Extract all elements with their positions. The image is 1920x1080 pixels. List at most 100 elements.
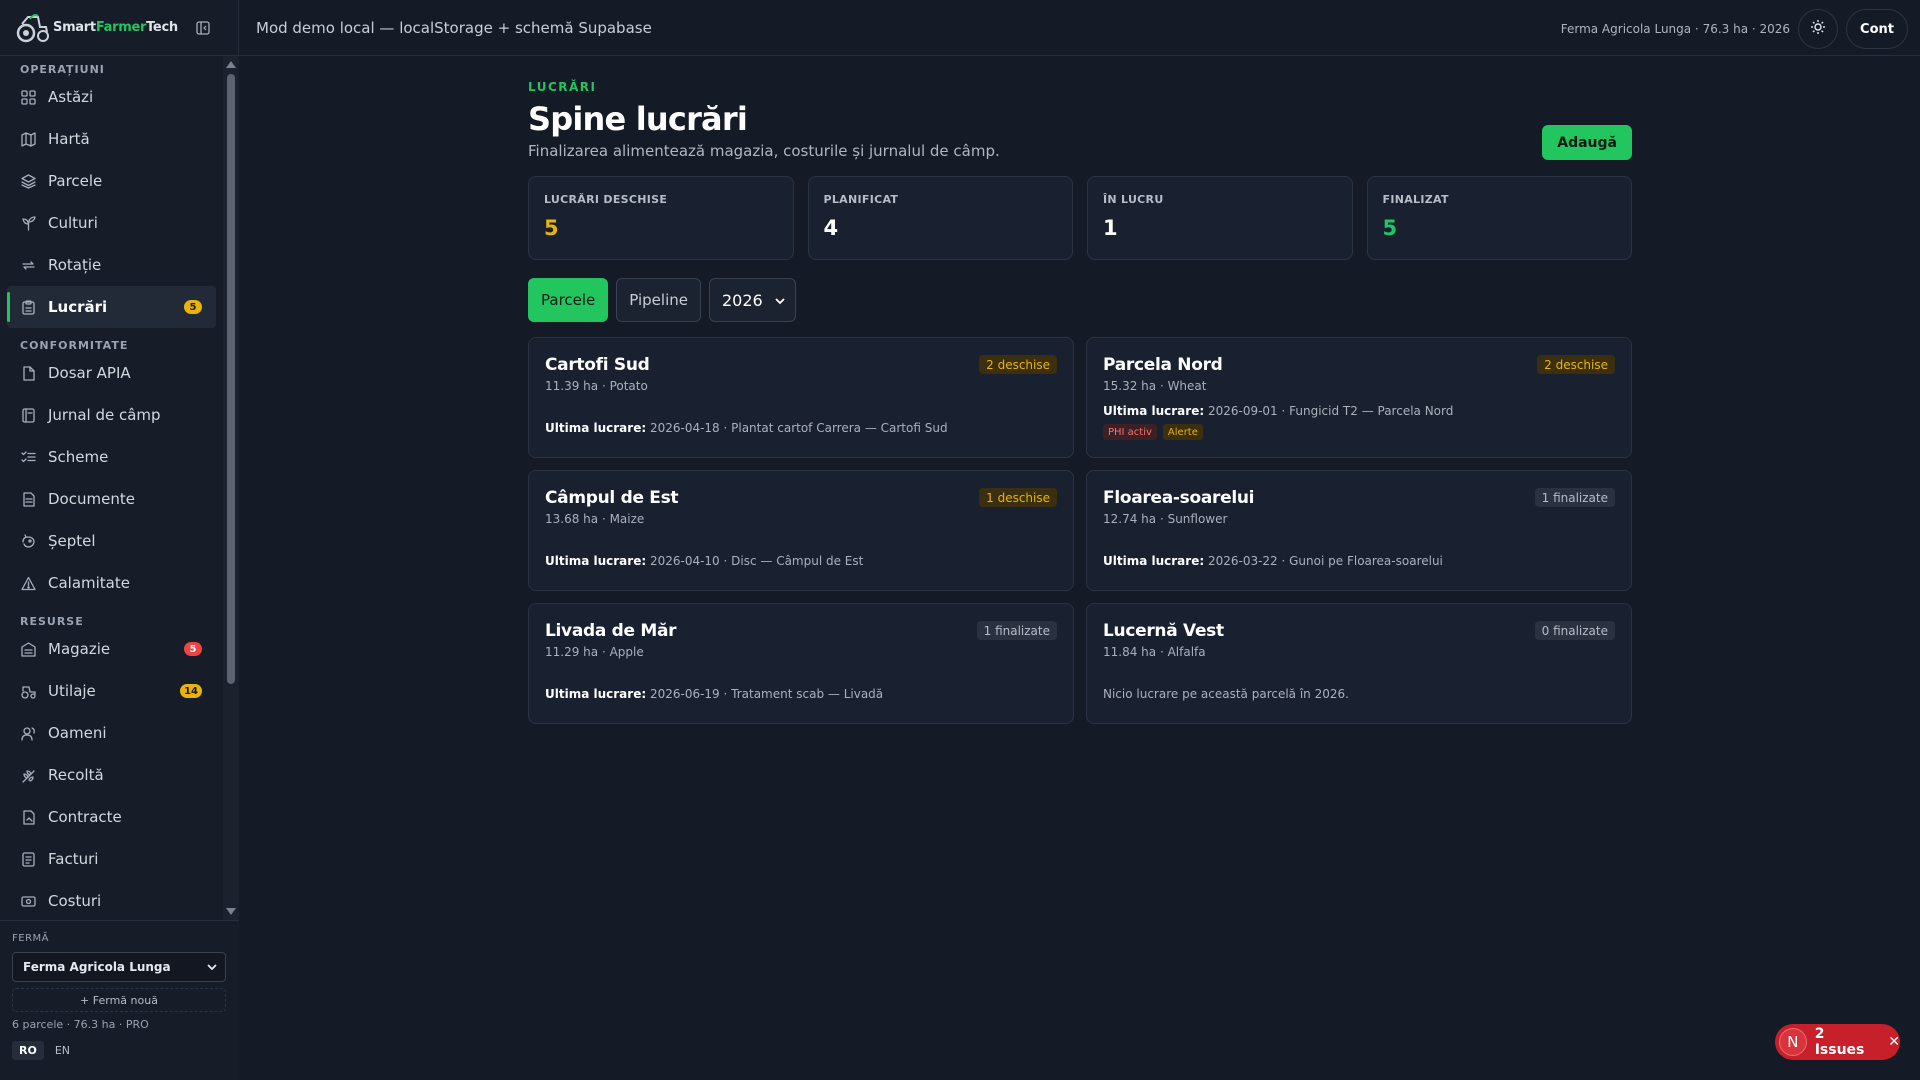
stat-value: 5 [544,216,559,240]
clipboard-icon [21,299,36,315]
main-content: LUCRĂRI Spine lucrări Finalizarea alimen… [528,80,1632,724]
parcel-cards: Cartofi Sud 11.39 ha · Potato 2 deschise… [528,337,1632,724]
sidebar-item-wheat[interactable]: Recoltă [0,754,223,796]
sidebar-item-warehouse[interactable]: Magazie 5 [0,628,223,670]
sidebar-item-cost[interactable]: Costuri [0,880,223,920]
farm-info: 6 parcele · 76.3 ha · PRO [12,1018,149,1031]
lang-en-button[interactable]: EN [48,1041,77,1060]
theme-toggle-button[interactable] [1798,9,1839,49]
stat-card: LUCRĂRI DESCHISE 5 [528,176,794,260]
sidebar-item-file[interactable]: Dosar APIA [0,352,223,394]
parcel-card[interactable]: Cartofi Sud 11.39 ha · Potato 2 deschise… [528,337,1074,458]
sidebar-item-map[interactable]: Hartă [0,118,223,160]
sidebar-item-animal[interactable]: Șeptel [0,520,223,562]
view-toolbar: Parcele Pipeline 2026 [528,278,796,322]
notebook-icon [21,407,36,423]
parcel-card[interactable]: Floarea-soarelui 12.74 ha · Sunflower 1 … [1086,470,1632,591]
farm-meta: Ferma Agricola Lunga · 76.3 ha · 2026 [1560,22,1791,36]
count-badge: 5 [184,642,202,656]
sidebar-item-label: Documente [48,490,135,508]
count-badge: 14 [180,684,202,698]
file-icon [21,365,36,381]
dashboard-icon [21,89,36,105]
repeat-icon [21,258,36,273]
tab-parcels[interactable]: Parcele [528,278,609,322]
tab-pipeline[interactable]: Pipeline [616,278,701,322]
sidebar-item-notebook[interactable]: Jurnal de câmp [0,394,223,436]
sprout-icon [21,215,36,231]
contract-icon [21,809,36,825]
last-work: Ultima lucrare: 2026-04-10 · Disc — Câmp… [545,554,863,568]
topbar: Mod demo local — localStorage + schemă S… [239,0,1920,56]
scroll-thumb[interactable] [227,74,235,684]
last-work: Ultima lucrare: 2026-03-22 · Gunoi pe Fl… [1103,554,1443,568]
lang-ro-button[interactable]: RO [12,1041,44,1060]
sidebar-item-label: Dosar APIA [48,364,131,382]
last-work-value: 2026-09-01 · Fungicid T2 — Parcela Nord [1204,404,1454,418]
sidebar-item-document[interactable]: Documente [0,478,223,520]
sidebar-item-label: Rotație [48,256,102,274]
parcel-card[interactable]: Lucernă Vest 11.84 ha · Alfalfa 0 finali… [1086,603,1632,724]
new-farm-button[interactable]: + Fermă nouă [12,988,226,1012]
sidebar-collapse-icon[interactable] [193,18,213,38]
add-button[interactable]: Adaugă [1542,125,1632,160]
last-work-value: 2026-04-18 · Plantat cartof Carrera — Ca… [646,421,948,435]
parcel-details: 12.74 ha · Sunflower [1103,512,1228,526]
account-button[interactable]: Cont [1846,9,1908,49]
issues-badge[interactable]: N 2 Issues ✕ [1775,1024,1900,1060]
page-eyebrow: LUCRĂRI [528,80,597,94]
stat-card: PLANIFICAT 4 [807,176,1073,260]
layers-icon [21,173,36,189]
parcel-details: 11.29 ha · Apple [545,645,644,659]
year-select[interactable]: 2026 [709,278,796,322]
sidebar-item-label: Calamitate [48,574,130,592]
sidebar-item-repeat[interactable]: Rotație [0,244,223,286]
brand-name: SmartFarmerTech [53,20,178,35]
stat-label: PLANIFICAT [823,193,899,206]
farm-switcher: FERMĂ Ferma Agricola Lunga + Fermă nouă … [0,920,239,1080]
sidebar-item-label: Magazie [48,640,111,658]
sidebar-item-clipboard[interactable]: Lucrări 5 [7,286,216,328]
list-check-icon [21,450,36,465]
page-title: Spine lucrări [528,100,748,138]
nav-section-title: CONFORMITATE [20,339,129,352]
tractor-logo-icon [16,13,50,43]
sidebar-item-label: Jurnal de câmp [48,406,161,424]
stat-label: LUCRĂRI DESCHISE [544,193,668,206]
warning-icon [21,576,36,591]
cost-icon [21,894,36,909]
sidebar-item-label: Costuri [48,892,102,910]
scroll-down-icon[interactable] [226,908,236,915]
sidebar-item-invoice[interactable]: Facturi [0,838,223,880]
status-badge: 2 deschise [979,355,1057,374]
sidebar-item-contract[interactable]: Contracte [0,796,223,838]
parcel-details: 13.68 ha · Maize [545,512,645,526]
parcel-card[interactable]: Livada de Măr 11.29 ha · Apple 1 finaliz… [528,603,1074,724]
last-work-value: 2026-04-10 · Disc — Câmpul de Est [646,554,864,568]
sidebar-item-warning[interactable]: Calamitate [0,562,223,604]
sidebar-item-layers[interactable]: Parcele [0,160,223,202]
status-badge: 1 finalizate [1534,488,1615,507]
farm-select[interactable]: Ferma Agricola Lunga [12,952,226,982]
demo-mode-message: Mod demo local — localStorage + schemă S… [256,18,652,37]
scroll-up-icon[interactable] [226,61,236,68]
sidebar-item-dashboard[interactable]: Astăzi [0,76,223,118]
stat-card: FINALIZAT 5 [1366,176,1632,260]
parcel-card[interactable]: Câmpul de Est 13.68 ha · Maize 1 deschis… [528,470,1074,591]
sidebar-item-list-check[interactable]: Scheme [0,436,223,478]
year-select-value: 2026 [722,290,763,310]
document-icon [21,491,36,507]
sidebar-item-users[interactable]: Oameni [0,712,223,754]
sidebar-scrollbar[interactable] [223,56,239,920]
sidebar-item-sprout[interactable]: Culturi [0,202,223,244]
sidebar-item-label: Contracte [48,808,122,826]
parcel-card[interactable]: Parcela Nord 15.32 ha · Wheat 2 deschise… [1086,337,1632,458]
close-icon[interactable]: ✕ [1888,1034,1900,1050]
last-work-label: Ultima lucrare: [545,687,647,701]
last-work-value: 2026-06-19 · Tratament scab — Livadă [646,687,884,701]
last-work: Ultima lucrare: 2026-09-01 · Fungicid T2… [1103,404,1453,418]
last-work: Ultima lucrare: 2026-04-18 · Plantat car… [545,421,948,435]
farm-select-value: Ferma Agricola Lunga [23,960,171,974]
sidebar-item-tractor[interactable]: Utilaje 14 [0,670,223,712]
last-work: Ultima lucrare: 2026-06-19 · Tratament s… [545,687,883,701]
